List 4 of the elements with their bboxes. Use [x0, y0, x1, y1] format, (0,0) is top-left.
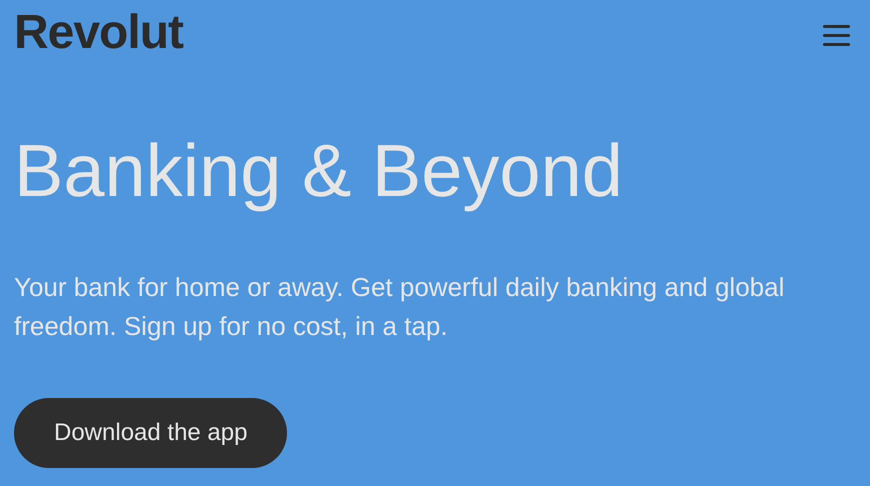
download-button[interactable]: Download the app [14, 398, 288, 468]
menu-icon[interactable] [823, 24, 850, 46]
hero-subtitle: Your bank for home or away. Get powerful daily banking and global freedom. Sign up for no cost, in a tap. [14, 271, 786, 343]
logo[interactable]: Revolut [14, 9, 184, 57]
